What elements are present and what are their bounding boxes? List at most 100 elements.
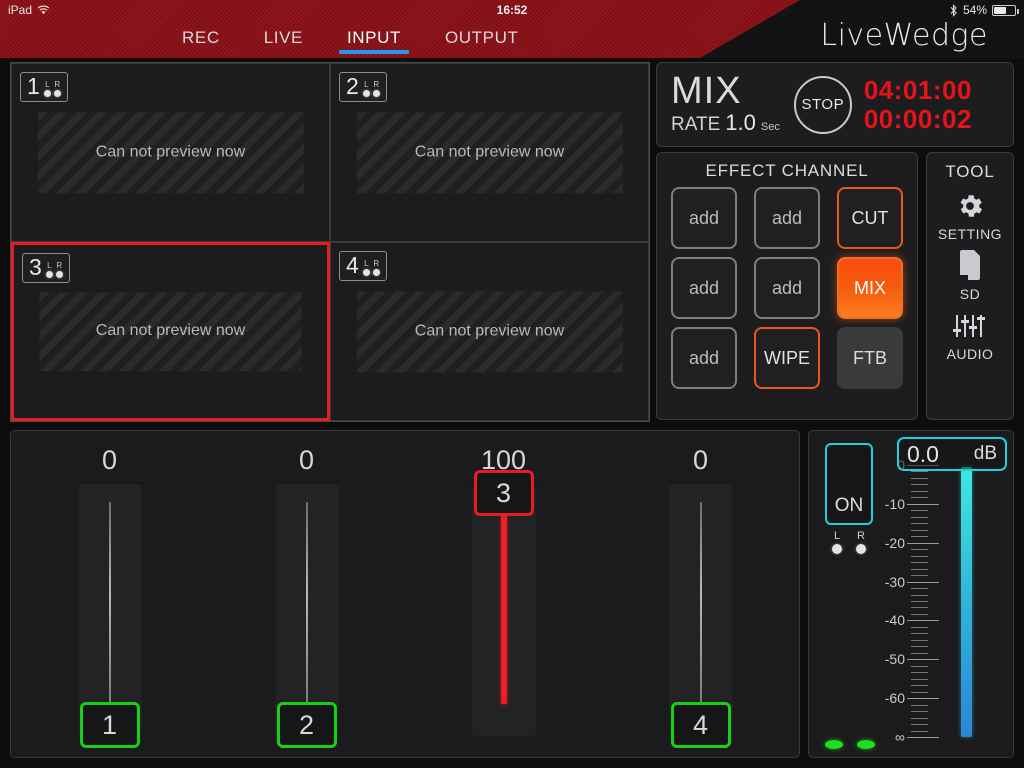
db-minor-tick xyxy=(911,711,928,713)
fader-fill-3 xyxy=(500,492,507,704)
db-minor-tick xyxy=(911,685,928,687)
fader-handle-label-2: 2 xyxy=(298,709,315,740)
left-channel-label: L xyxy=(364,80,369,89)
fader-channel-1: 0 1 xyxy=(50,431,170,757)
right-channel-dot xyxy=(372,269,380,276)
db-minor-tick xyxy=(911,652,928,654)
preview-badge-1: 1 L R xyxy=(20,72,68,102)
db-major-tick xyxy=(907,581,939,583)
tool-item-audio[interactable]: AUDIO xyxy=(947,308,994,362)
db-minor-tick xyxy=(911,678,928,680)
mix-rate-unit: Sec xyxy=(760,121,780,134)
fader-line-4 xyxy=(699,502,702,730)
tab-output[interactable]: OUTPUT xyxy=(423,22,540,48)
db-minor-tick xyxy=(911,536,928,538)
fader-handle-1[interactable]: 1 xyxy=(79,702,140,748)
timer-group: 04:01:00 00:00:02 xyxy=(864,76,972,133)
bluetooth-icon xyxy=(949,3,958,17)
right-channel-dot xyxy=(55,271,63,278)
effect-button-cut[interactable]: CUT xyxy=(837,187,903,249)
right-channel-label: R xyxy=(54,80,61,89)
tab-rec[interactable]: REC xyxy=(160,22,242,48)
preview-panel-4[interactable]: 4 L R Can not preview now xyxy=(330,242,649,421)
db-minor-tick xyxy=(911,562,928,564)
db-minor-tick xyxy=(911,510,928,512)
fader-line-1 xyxy=(108,502,111,730)
sd-card-icon xyxy=(956,248,984,284)
stop-button[interactable]: STOP xyxy=(793,75,852,134)
meter-left-label: L xyxy=(833,530,841,542)
effect-button-add-3[interactable]: add xyxy=(671,257,737,319)
preview-panel-2[interactable]: 2 L R Can not preview now xyxy=(330,63,649,242)
preview-panel-3[interactable]: 3 L R Can not preview now xyxy=(11,242,330,421)
db-minor-tick xyxy=(911,549,928,551)
fader-value-2: 0 xyxy=(298,445,315,475)
fader-handle-4[interactable]: 4 xyxy=(670,702,731,748)
audio-on-toggle[interactable]: ON xyxy=(825,443,873,525)
effect-button-add-4[interactable]: add xyxy=(754,257,820,319)
db-tick-label: ∞ xyxy=(895,729,905,745)
tab-live[interactable]: LIVE xyxy=(242,22,325,48)
meter-led-left xyxy=(825,740,843,749)
db-readout[interactable]: 0.0 dB xyxy=(897,437,1007,471)
preview-unavailable-banner-3: Can not preview now xyxy=(39,291,302,372)
right-channel-dot xyxy=(372,90,380,97)
effect-button-add-5[interactable]: add xyxy=(671,327,737,389)
preview-unavailable-banner-4: Can not preview now xyxy=(356,290,623,373)
meter-led-right xyxy=(857,740,875,749)
lr-indicator-4: L R xyxy=(362,260,380,277)
db-minor-tick xyxy=(911,594,928,596)
db-value-label: 0.0 xyxy=(907,440,939,467)
status-bar-right: 54% xyxy=(949,3,1019,17)
db-minor-tick xyxy=(911,477,928,479)
fader-channel-3: 100 3 xyxy=(444,431,564,757)
fader-track-1[interactable]: 1 xyxy=(76,482,143,748)
mix-rate-value[interactable]: 1.0 xyxy=(725,110,756,136)
effect-button-wipe[interactable]: WIPE xyxy=(754,327,820,389)
app-logo: LiveWedge xyxy=(820,18,988,53)
fader-track-4[interactable]: 4 xyxy=(667,482,734,748)
db-tick-label: -30 xyxy=(884,573,905,590)
wifi-icon xyxy=(37,5,50,15)
fader-handle-3[interactable]: 3 xyxy=(473,470,534,516)
device-name-label: iPad xyxy=(8,3,33,17)
db-major-tick xyxy=(907,542,939,544)
tool-label-audio: AUDIO xyxy=(946,346,994,362)
db-minor-tick xyxy=(911,639,928,641)
db-major-tick xyxy=(907,737,939,738)
effect-button-add-1[interactable]: add xyxy=(671,187,737,249)
db-tick-label: -10 xyxy=(884,495,905,512)
effect-channel-panel: EFFECT CHANNEL add add CUT add add MIX a… xyxy=(656,152,918,420)
meter-bar-fill xyxy=(961,467,972,737)
fader-track-3[interactable]: 3 xyxy=(470,470,537,736)
stop-button-label: STOP xyxy=(801,96,845,113)
db-minor-tick xyxy=(911,665,928,667)
effect-button-mix[interactable]: MIX xyxy=(837,257,903,319)
effect-button-ftb[interactable]: FTB xyxy=(837,327,903,389)
tool-item-setting[interactable]: SETTING xyxy=(938,188,1002,242)
left-channel-label: L xyxy=(45,80,50,89)
left-channel-dot xyxy=(43,90,51,97)
meter-left-dot xyxy=(832,544,842,554)
preview-number-2: 2 xyxy=(346,73,359,99)
left-channel-label: L xyxy=(47,261,52,270)
fader-track-2[interactable]: 2 xyxy=(273,482,340,748)
effect-channel-title: EFFECT CHANNEL xyxy=(705,161,869,180)
timer-primary: 04:01:00 xyxy=(863,74,972,105)
db-minor-tick xyxy=(911,497,928,499)
fader-handle-label-4: 4 xyxy=(692,709,709,740)
fader-handle-2[interactable]: 2 xyxy=(276,702,337,748)
tab-input[interactable]: INPUT xyxy=(325,22,423,54)
effect-button-add-2[interactable]: add xyxy=(754,187,820,249)
mix-title-label: MIX xyxy=(671,69,742,112)
preview-panel-1[interactable]: 1 L R Can not preview now xyxy=(11,63,330,242)
meter-bar-track xyxy=(961,467,972,737)
input-fader-panel: 0 1 0 2 100 3 0 4 xyxy=(10,430,800,758)
db-major-tick xyxy=(907,659,939,661)
right-channel-label: R xyxy=(56,261,63,270)
battery-percent-label: 54% xyxy=(962,3,987,17)
tool-item-sd[interactable]: SD xyxy=(956,248,984,302)
db-minor-tick xyxy=(911,529,928,531)
meter-led-row xyxy=(825,740,875,749)
db-minor-tick xyxy=(911,672,928,674)
